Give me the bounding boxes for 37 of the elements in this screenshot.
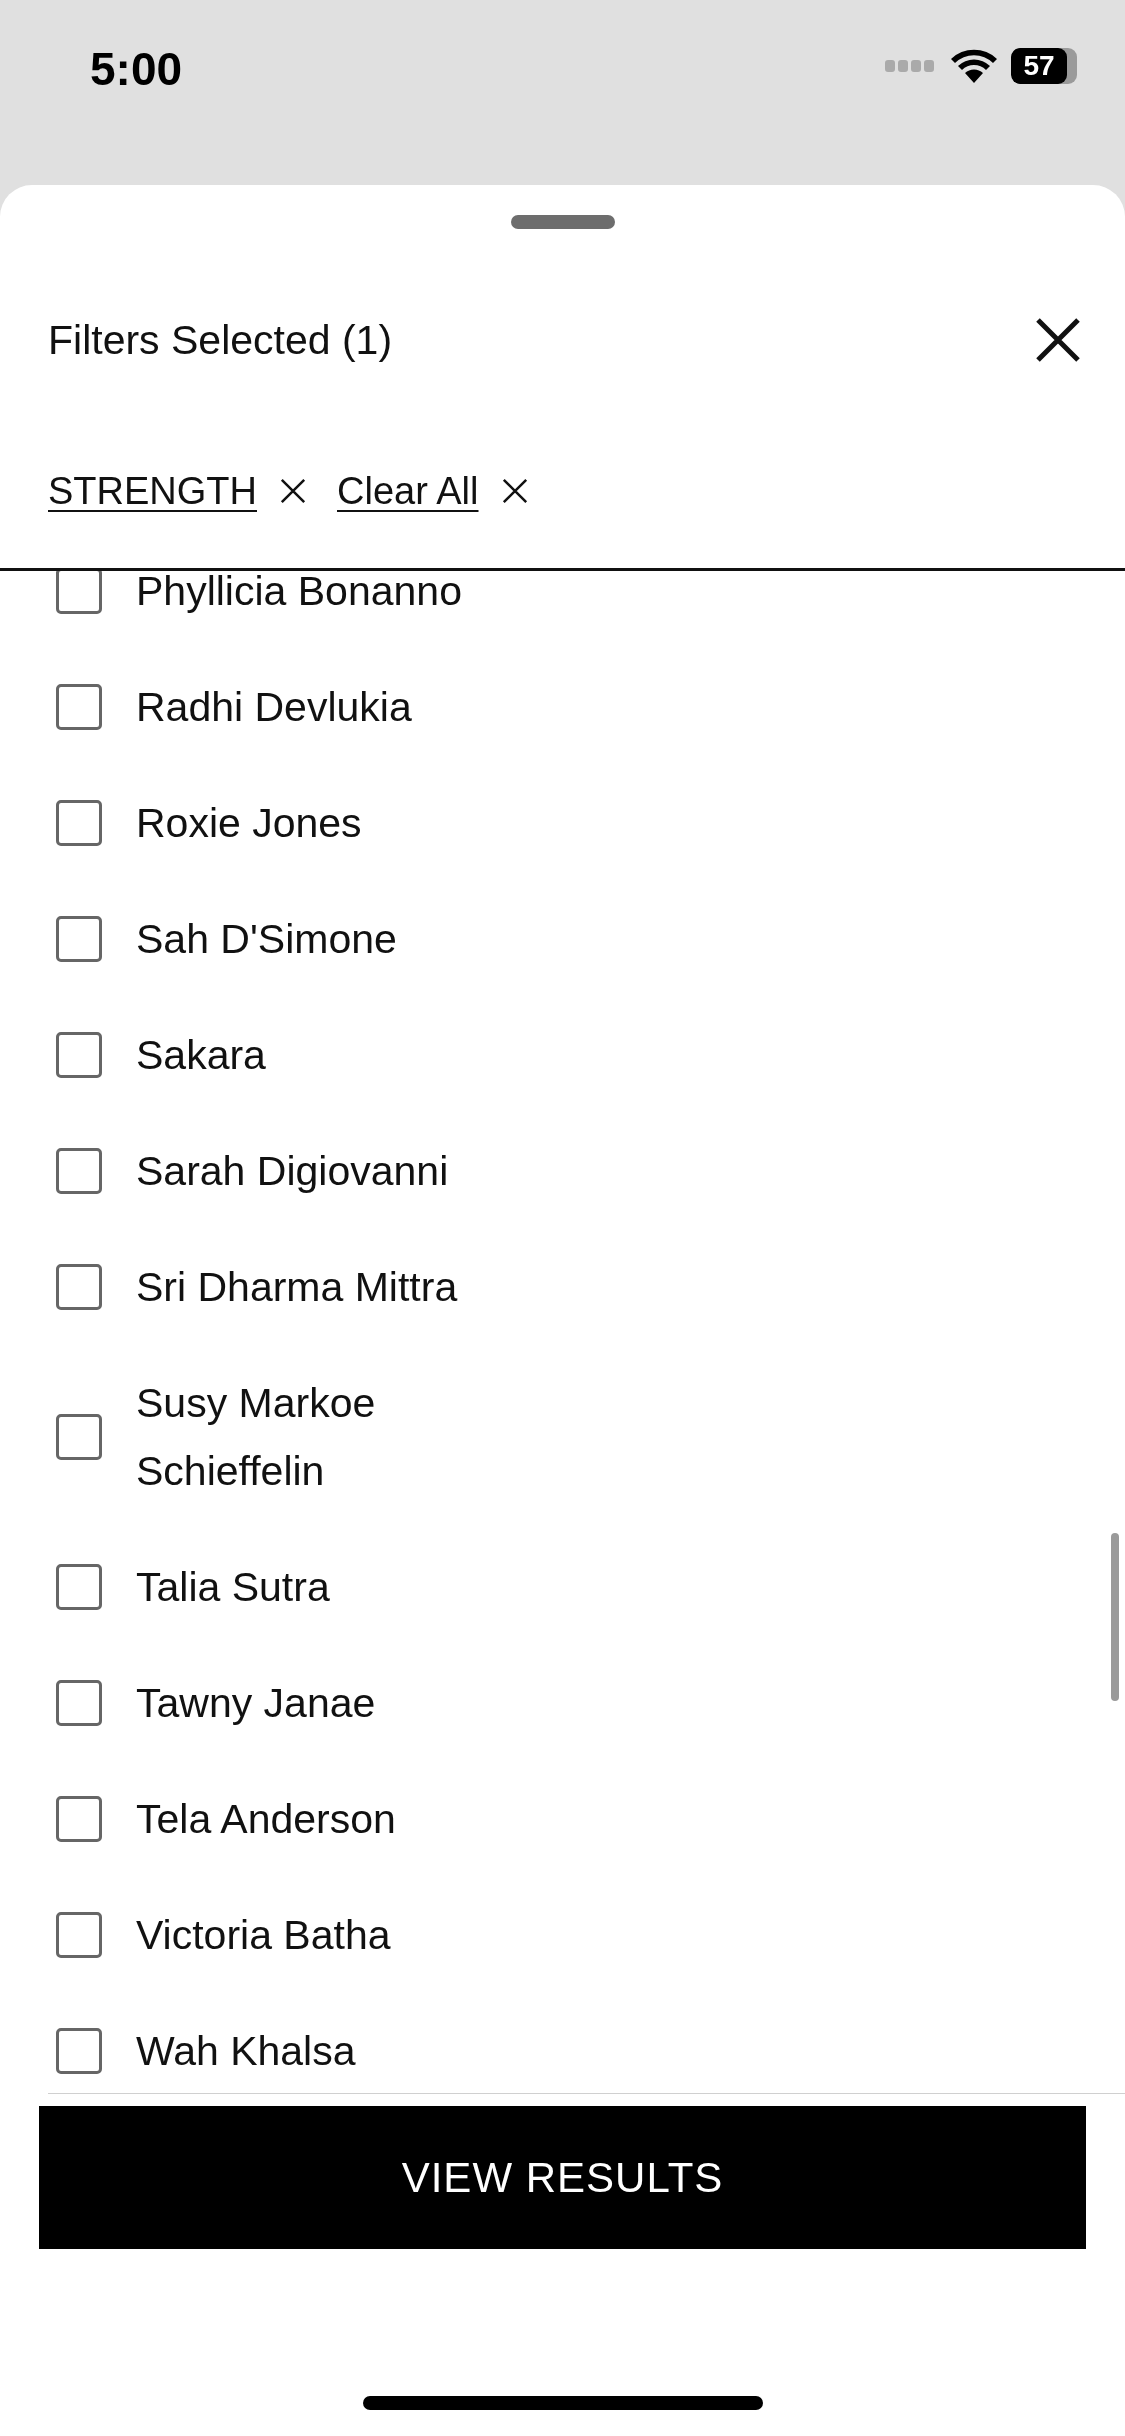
checkbox[interactable] bbox=[56, 1912, 102, 1958]
sheet-handle[interactable] bbox=[510, 215, 615, 229]
option-label[interactable]: Sarah Digiovanni bbox=[136, 1137, 449, 1205]
status-time: 5:00 bbox=[90, 42, 183, 96]
option-label[interactable]: Tela Anderson bbox=[136, 1785, 396, 1853]
checkbox[interactable] bbox=[56, 800, 102, 846]
battery-icon: 57 bbox=[1011, 48, 1077, 84]
checkbox[interactable] bbox=[56, 1680, 102, 1726]
option-label[interactable]: Roxie Jones bbox=[136, 789, 362, 857]
close-icon bbox=[279, 477, 307, 505]
checkbox[interactable] bbox=[56, 684, 102, 730]
view-results-button[interactable]: VIEW RESULTS bbox=[39, 2106, 1086, 2249]
checkbox[interactable] bbox=[56, 1148, 102, 1194]
option-label[interactable]: Susy Markoe Schieffelin bbox=[136, 1369, 536, 1505]
checkbox[interactable] bbox=[56, 916, 102, 962]
option-label[interactable]: Tawny Janae bbox=[136, 1669, 376, 1737]
option-label[interactable]: Talia Sutra bbox=[136, 1553, 330, 1621]
checkbox[interactable] bbox=[56, 571, 102, 614]
checkbox[interactable] bbox=[56, 2028, 102, 2074]
option-label[interactable]: Sri Dharma Mittra bbox=[136, 1253, 458, 1321]
signal-icon bbox=[885, 59, 937, 73]
sheet-title: Filters Selected (1) bbox=[48, 316, 393, 364]
checkbox[interactable] bbox=[56, 1264, 102, 1310]
checkbox[interactable] bbox=[56, 1032, 102, 1078]
filter-chip[interactable]: STRENGTH bbox=[48, 469, 307, 513]
option-label[interactable]: Sakara bbox=[136, 1021, 266, 1089]
option-label[interactable]: Phyllicia Bonanno bbox=[136, 571, 462, 625]
checkbox[interactable] bbox=[56, 1564, 102, 1610]
close-icon bbox=[500, 477, 529, 505]
wifi-icon bbox=[951, 49, 997, 83]
checkbox[interactable] bbox=[56, 1414, 102, 1460]
option-label[interactable]: Radhi Devlukia bbox=[136, 673, 412, 741]
option-label[interactable]: Victoria Batha bbox=[136, 1901, 391, 1969]
checkbox[interactable] bbox=[56, 1796, 102, 1842]
filter-chip[interactable]: Clear All bbox=[337, 469, 529, 513]
option-label[interactable]: Wah Khalsa bbox=[136, 2017, 356, 2085]
option-label[interactable]: Sah D'Simone bbox=[136, 905, 397, 973]
